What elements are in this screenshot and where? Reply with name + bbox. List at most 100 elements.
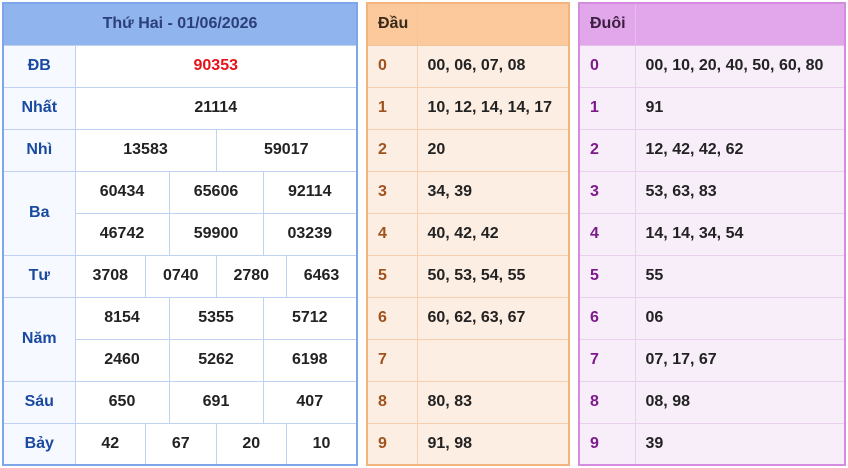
dau-row: 7 (366, 338, 570, 382)
duoi-digit: 0 (578, 44, 636, 88)
duoi-digit: 5 (578, 254, 636, 298)
prize-label: Năm (2, 296, 76, 382)
prize-label: Tư (2, 254, 76, 298)
duoi-digit: 8 (578, 380, 636, 424)
prize-number: 59017 (215, 128, 358, 172)
dau-values: 40, 42, 42 (416, 212, 570, 256)
dau-digit: 2 (366, 128, 418, 172)
duoi-values: 55 (634, 254, 846, 298)
duoi-digit: 1 (578, 86, 636, 130)
dau-row: 4 40, 42, 42 (366, 212, 570, 256)
dau-values (416, 338, 570, 382)
prize-row-bay: Bảy 42 67 20 10 (2, 422, 358, 466)
prize-number: 59900 (168, 212, 264, 256)
prize-row-nhi: Nhì 13583 59017 (2, 128, 358, 172)
duoi-digit: 4 (578, 212, 636, 256)
dau-digit: 5 (366, 254, 418, 298)
prize-number: 10 (286, 422, 358, 466)
dau-values: 10, 12, 14, 14, 17 (416, 86, 570, 130)
prize-number: 3708 (74, 254, 146, 298)
prize-number: 5712 (262, 296, 358, 340)
prize-row-nhat: Nhất 21114 (2, 86, 358, 130)
results-date-title: Thứ Hai - 01/06/2026 (2, 2, 358, 46)
duoi-digit: 7 (578, 338, 636, 382)
duoi-row: 7 07, 17, 67 (578, 338, 846, 382)
results-header-row: Thứ Hai - 01/06/2026 (2, 2, 358, 46)
dau-values: 80, 83 (416, 380, 570, 424)
prize-label: ĐB (2, 44, 76, 88)
dau-panel: Đầu 0 00, 06, 07, 08 1 10, 12, 14, 14, 17 … (366, 2, 570, 466)
prize-row-nam: Năm 8154 5355 5712 (2, 296, 358, 382)
prize-number: 8154 (74, 296, 170, 340)
dau-digit: 1 (366, 86, 418, 130)
prize-row-db: ĐB 90353 (2, 44, 358, 88)
prize-number: 42 (74, 422, 146, 466)
prize-number: 03239 (262, 212, 358, 256)
dau-digit: 4 (366, 212, 418, 256)
prize-number: 60434 (74, 170, 170, 214)
dau-row: 1 10, 12, 14, 14, 17 (366, 86, 570, 130)
duoi-digit: 2 (578, 128, 636, 172)
prize-number: 5355 (168, 296, 264, 340)
prize-row-sau: Sáu 650 691 407 (2, 380, 358, 424)
dau-digit: 6 (366, 296, 418, 340)
dau-row: 3 34, 39 (366, 170, 570, 214)
dau-digit: 9 (366, 422, 418, 466)
special-prize-number: 90353 (74, 44, 358, 88)
duoi-digit: 9 (578, 422, 636, 466)
duoi-values: 07, 17, 67 (634, 338, 846, 382)
dau-digit: 7 (366, 338, 418, 382)
duoi-header-label: Đuôi (578, 2, 636, 46)
dau-values: 91, 98 (416, 422, 570, 466)
dau-digit: 3 (366, 170, 418, 214)
prize-number: 650 (74, 380, 170, 424)
duoi-row: 0 00, 10, 20, 40, 50, 60, 80 (578, 44, 846, 88)
duoi-row: 2 12, 42, 42, 62 (578, 128, 846, 172)
dau-header-spacer (416, 2, 570, 46)
duoi-values: 91 (634, 86, 846, 130)
prize-number: 2460 (74, 338, 170, 382)
duoi-row: 8 08, 98 (578, 380, 846, 424)
prize-number: 46742 (74, 212, 170, 256)
duoi-row: 9 39 (578, 422, 846, 466)
duoi-values: 12, 42, 42, 62 (634, 128, 846, 172)
dau-digit: 0 (366, 44, 418, 88)
duoi-values: 53, 63, 83 (634, 170, 846, 214)
duoi-values: 39 (634, 422, 846, 466)
dau-table: Đầu 0 00, 06, 07, 08 1 10, 12, 14, 14, 17 … (366, 2, 570, 466)
duoi-header-row: Đuôi (578, 2, 846, 46)
duoi-header-spacer (634, 2, 846, 46)
prize-number: 5262 (168, 338, 264, 382)
prize-number: 2780 (215, 254, 287, 298)
prize-number: 67 (145, 422, 217, 466)
dau-row: 2 20 (366, 128, 570, 172)
prize-number: 20 (215, 422, 287, 466)
duoi-row: 1 91 (578, 86, 846, 130)
prize-row-ba: Ba 60434 65606 92114 (2, 170, 358, 256)
dau-header-label: Đầu (366, 2, 418, 46)
prize-label: Sáu (2, 380, 76, 424)
prize-row-tu: Tư 3708 0740 2780 6463 (2, 254, 358, 298)
prize-number: 691 (168, 380, 264, 424)
results-table: Thứ Hai - 01/06/2026 ĐB 90353 Nhất 21114… (2, 2, 358, 466)
dau-row: 9 91, 98 (366, 422, 570, 466)
duoi-row: 5 55 (578, 254, 846, 298)
duoi-digit: 3 (578, 170, 636, 214)
prize-label: Nhì (2, 128, 76, 172)
dau-values: 34, 39 (416, 170, 570, 214)
dau-values: 50, 53, 54, 55 (416, 254, 570, 298)
duoi-row: 4 14, 14, 34, 54 (578, 212, 846, 256)
dau-row: 0 00, 06, 07, 08 (366, 44, 570, 88)
prize-label: Ba (2, 170, 76, 256)
duoi-table: Đuôi 0 00, 10, 20, 40, 50, 60, 80 1 91 2 12… (578, 2, 846, 466)
dau-row: 8 80, 83 (366, 380, 570, 424)
prize-label: Bảy (2, 422, 76, 466)
prize-number: 92114 (262, 170, 358, 214)
dau-row: 5 50, 53, 54, 55 (366, 254, 570, 298)
prize-number: 407 (262, 380, 358, 424)
dau-digit: 8 (366, 380, 418, 424)
dau-values: 20 (416, 128, 570, 172)
prize-number: 21114 (74, 86, 358, 130)
prize-number: 13583 (74, 128, 217, 172)
duoi-digit: 6 (578, 296, 636, 340)
